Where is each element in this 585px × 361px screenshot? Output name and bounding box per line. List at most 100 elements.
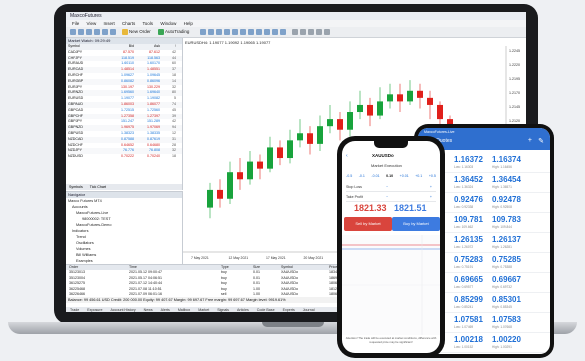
- volume-minus-01[interactable]: -0.1: [359, 172, 365, 180]
- buy-by-market-button[interactable]: Buy by Market: [392, 217, 440, 231]
- menu-insert[interactable]: Insert: [103, 21, 114, 26]
- execution-type[interactable]: Market Execution: [371, 163, 402, 168]
- volume-plus-05[interactable]: +0.5: [429, 172, 436, 180]
- candle-body: [417, 90, 423, 98]
- tile-windows-icon[interactable]: [240, 29, 246, 35]
- stop-loss-field[interactable]: Stop Loss − +: [346, 183, 436, 192]
- horizontal-line-icon[interactable]: [308, 29, 314, 35]
- trade-cell: XAUUSDo: [281, 292, 298, 297]
- text-tool-icon[interactable]: [324, 29, 330, 35]
- x-tick-label: 12 May 2021: [229, 256, 249, 260]
- periods-icon[interactable]: [272, 29, 278, 35]
- quote-ask: 1.36454: [492, 175, 521, 184]
- sell-by-market-button[interactable]: Sell by Market: [344, 217, 392, 231]
- candle-body: [377, 101, 383, 116]
- terminal-tab[interactable]: Mailbox: [178, 308, 190, 312]
- menu-view[interactable]: View: [87, 21, 97, 26]
- quote-high: High: 1.36571: [492, 185, 512, 189]
- quote-low: Low: 109.662: [454, 225, 474, 229]
- quote-bid: 0.85299: [454, 295, 483, 304]
- window-titlebar: MaxcoFutures: [66, 12, 526, 20]
- strategy-tester-icon[interactable]: [110, 29, 116, 35]
- trendline-icon[interactable]: [316, 29, 322, 35]
- terminal-tab[interactable]: Journal: [303, 308, 315, 312]
- new-chart-icon[interactable]: [70, 29, 76, 35]
- vertical-line-icon[interactable]: [300, 29, 306, 35]
- sl-plus-icon[interactable]: +: [430, 183, 432, 191]
- tp-plus-icon[interactable]: +: [430, 193, 432, 201]
- navigator-icon[interactable]: [94, 29, 100, 35]
- edit-icon[interactable]: ✎: [538, 137, 544, 145]
- y-tick-label: 1.2220: [509, 63, 520, 67]
- chart-shift-icon[interactable]: [256, 29, 262, 35]
- terminal-tab[interactable]: Alerts: [161, 308, 170, 312]
- quote-bid: 109.781: [454, 215, 483, 224]
- volume-value[interactable]: 0.10: [386, 172, 393, 180]
- tab-tick-chart[interactable]: Tick Chart: [90, 185, 106, 189]
- templates-icon[interactable]: [280, 29, 286, 35]
- market-watch-icon[interactable]: [86, 29, 92, 35]
- terminal-tab[interactable]: Articles: [237, 308, 249, 312]
- candle-body: [257, 161, 263, 169]
- terminal-tab[interactable]: Trade: [70, 308, 79, 312]
- scroll-end-icon[interactable]: [248, 29, 254, 35]
- y-tick-label: 1.2195: [509, 77, 520, 81]
- back-icon[interactable]: ‹: [346, 153, 348, 159]
- order-symbol[interactable]: XAUUSDo: [372, 153, 394, 158]
- add-symbol-icon[interactable]: +: [528, 137, 532, 144]
- ask-cell: 0.70240: [147, 154, 160, 159]
- quote-low: Low: 1.36324: [454, 185, 474, 189]
- tp-minus-icon[interactable]: −: [386, 193, 388, 201]
- take-profit-field[interactable]: Take Profit − +: [346, 193, 436, 202]
- candle-body: [427, 97, 433, 105]
- profiles-icon[interactable]: [78, 29, 84, 35]
- quote-bid: 0.92476: [454, 195, 483, 204]
- market-watch-row[interactable]: NZDUSD 0.70222 0.70240 18: [66, 154, 182, 160]
- menu-bar: File View Insert Charts Tools Window Hel…: [66, 20, 526, 27]
- terminal-icon[interactable]: [102, 29, 108, 35]
- quote-low: Low: 1.00152: [454, 345, 474, 349]
- zoom-out-icon[interactable]: [232, 29, 238, 35]
- status-bar-text: MaxcoFutures-Live: [424, 130, 455, 134]
- tick-chart: [342, 235, 440, 335]
- volume-stepper: -0.5 -0.1 -0.01 0.10 +0.01 +0.1 +0.5: [346, 172, 436, 180]
- volume-minus-001[interactable]: -0.01: [371, 172, 379, 180]
- symbol-cell: NZDUSD: [68, 154, 83, 159]
- tab-symbols[interactable]: Symbols: [69, 185, 83, 189]
- take-profit-label: Take Profit: [346, 195, 363, 199]
- quote-high: High: 0.75388: [492, 265, 512, 269]
- terminal-tab[interactable]: News: [144, 308, 153, 312]
- terminal-tab[interactable]: Account History: [110, 308, 135, 312]
- x-tick-label: 20 May 2021: [304, 256, 324, 260]
- terminal-tab[interactable]: Market: [198, 308, 209, 312]
- indicators-icon[interactable]: [264, 29, 270, 35]
- sl-minus-icon[interactable]: −: [386, 183, 388, 191]
- crosshair-icon[interactable]: [292, 29, 298, 35]
- terminal-tab[interactable]: Code Base: [257, 308, 275, 312]
- menu-charts[interactable]: Charts: [122, 21, 135, 26]
- volume-plus-01[interactable]: +0.1: [415, 172, 422, 180]
- terminal-tab[interactable]: Signals: [217, 308, 229, 312]
- volume-plus-001[interactable]: +0.01: [400, 172, 409, 180]
- menu-window[interactable]: Window: [160, 21, 176, 26]
- new-order-button[interactable]: New Order: [129, 28, 151, 36]
- candle-body: [337, 119, 343, 130]
- iphone: ‹ XAUUSDo Market Execution -0.5 -0.1 -0.…: [337, 136, 445, 358]
- autotrading-button[interactable]: AutoTrading: [165, 28, 189, 36]
- menu-help[interactable]: Help: [184, 21, 193, 26]
- zoom-in-icon[interactable]: [224, 29, 230, 35]
- candlestick-icon[interactable]: [208, 29, 214, 35]
- quote-bid: 1.07581: [454, 315, 483, 324]
- line-chart-icon[interactable]: [216, 29, 222, 35]
- candle-body: [407, 90, 413, 102]
- terminal-tab[interactable]: Experts: [283, 308, 295, 312]
- menu-tools[interactable]: Tools: [143, 21, 154, 26]
- quote-high: High: 1.07668: [492, 325, 512, 329]
- volume-minus-05[interactable]: -0.5: [346, 172, 352, 180]
- y-tick-label: 1.2120: [509, 119, 520, 123]
- terminal-tab[interactable]: Exposure: [87, 308, 102, 312]
- quote-low: Low: 0.75191: [454, 265, 474, 269]
- menu-file[interactable]: File: [72, 21, 79, 26]
- quote-ask: 0.85301: [492, 295, 521, 304]
- bar-chart-icon[interactable]: [200, 29, 206, 35]
